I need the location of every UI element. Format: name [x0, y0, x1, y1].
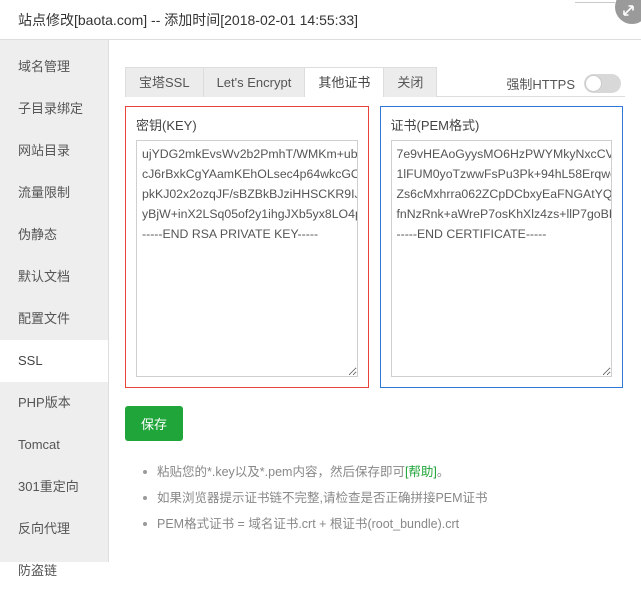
window-body: 域名管理 子目录绑定 网站目录 流量限制 伪静态 默认文档 配置文件 SSL P… — [0, 40, 641, 562]
titlebar-divider-line — [575, 2, 615, 3]
help-text: 如果浏览器提示证书链不完整,请检查是否正确拼接PEM证书 — [157, 491, 488, 505]
sidebar-item-ssl[interactable]: SSL — [0, 340, 108, 382]
window-titlebar: 站点修改[baota.com] -- 添加时间[2018-02-01 14:55… — [0, 0, 641, 40]
pem-panel-label: 证书(PEM格式) — [391, 115, 613, 134]
sidebar-item-pseudo-static[interactable]: 伪静态 — [0, 214, 108, 256]
help-text: PEM格式证书 = 域名证书.crt + 根证书(root_bundle).cr… — [157, 517, 459, 531]
sidebar-item-tomcat[interactable]: Tomcat — [0, 424, 108, 466]
sidebar-item-default-document[interactable]: 默认文档 — [0, 256, 108, 298]
private-key-textarea[interactable] — [136, 140, 358, 377]
key-panel-label: 密钥(KEY) — [136, 115, 358, 134]
close-resize-icon[interactable] — [615, 0, 641, 24]
help-list: 粘贴您的*.key以及*.pem内容，然后保存即可[帮助]。 如果浏览器提示证书… — [143, 459, 641, 537]
tab-lets-encrypt[interactable]: Let's Encrypt — [204, 67, 306, 97]
page-title: 站点修改[baota.com] -- 添加时间[2018-02-01 14:55… — [18, 10, 358, 30]
tab-close[interactable]: 关闭 — [384, 67, 437, 97]
sidebar-item-301-redirect[interactable]: 301重定向 — [0, 466, 108, 508]
sidebar-item-anti-leech[interactable]: 防盗链 — [0, 550, 108, 592]
help-text: 粘贴您的*.key以及*.pem内容，然后保存即可 — [157, 465, 405, 479]
toggle-knob — [585, 75, 602, 92]
sidebar-item-php-version[interactable]: PHP版本 — [0, 382, 108, 424]
sidebar-item-config-file[interactable]: 配置文件 — [0, 298, 108, 340]
sidebar-item-domain-manage[interactable]: 域名管理 — [0, 46, 108, 88]
help-text-tail: 。 — [437, 465, 450, 479]
sidebar-item-subdir-bind[interactable]: 子目录绑定 — [0, 88, 108, 130]
help-item-paste: 粘贴您的*.key以及*.pem内容，然后保存即可[帮助]。 — [143, 459, 641, 485]
sidebar-item-traffic-limit[interactable]: 流量限制 — [0, 172, 108, 214]
force-https-control: 强制HTTPS — [506, 74, 621, 93]
help-item-chain: 如果浏览器提示证书链不完整,请检查是否正确拼接PEM证书 — [143, 485, 641, 511]
tab-other-certificate[interactable]: 其他证书 — [305, 67, 384, 97]
help-item-format: PEM格式证书 = 域名证书.crt + 根证书(root_bundle).cr… — [143, 511, 641, 537]
certificate-input-panels: 密钥(KEY) 证书(PEM格式) — [125, 106, 623, 388]
ssl-tab-bar: 宝塔SSL Let's Encrypt 其他证书 关闭 强制HTTPS — [125, 54, 625, 97]
key-panel: 密钥(KEY) — [125, 106, 369, 388]
save-button[interactable]: 保存 — [125, 406, 183, 441]
tab-baota-ssl[interactable]: 宝塔SSL — [125, 67, 204, 97]
force-https-label: 强制HTTPS — [506, 74, 575, 93]
certificate-pem-textarea[interactable] — [391, 140, 613, 377]
sidebar-nav: 域名管理 子目录绑定 网站目录 流量限制 伪静态 默认文档 配置文件 SSL P… — [0, 40, 109, 562]
pem-panel: 证书(PEM格式) — [380, 106, 624, 388]
ssl-panel-content: 宝塔SSL Let's Encrypt 其他证书 关闭 强制HTTPS 密钥(K… — [109, 40, 641, 562]
help-link[interactable]: [帮助] — [405, 465, 437, 479]
force-https-toggle[interactable] — [584, 74, 621, 93]
sidebar-item-site-directory[interactable]: 网站目录 — [0, 130, 108, 172]
sidebar-item-reverse-proxy[interactable]: 反向代理 — [0, 508, 108, 550]
